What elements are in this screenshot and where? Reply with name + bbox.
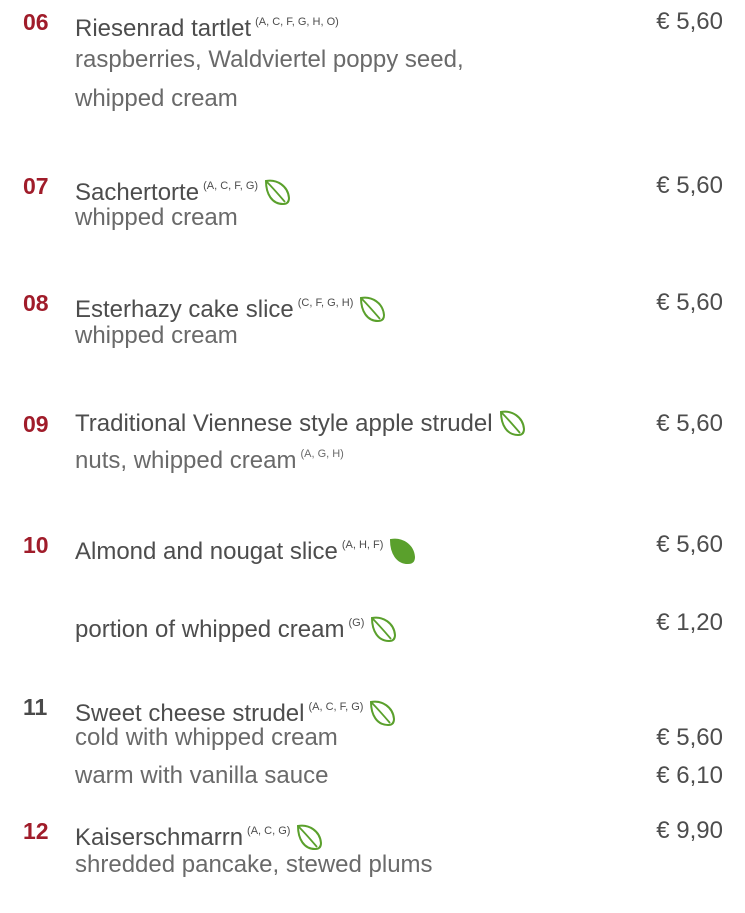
allergen-codes: (A, C, F, G) [308,701,364,713]
item-title: Esterhazy cake slice (C, F, G, H) [75,288,388,325]
item-name: Sachertorte [75,179,200,206]
variant-label: warm with vanilla sauce [75,762,329,789]
item-number: 08 [23,290,49,316]
leaf-outline-icon [368,699,398,727]
leaf-outline-icon [263,178,293,206]
item-name: Kaiserschmarrn [75,824,244,851]
item-description-text: nuts, whipped cream [75,447,297,474]
item-title: Traditional Viennese style apple strudel [75,409,528,439]
leaf-outline-icon [295,823,325,851]
allergen-codes: (G) [348,617,365,629]
variant-price: € 6,10 [656,762,723,789]
leaf-filled-icon [388,537,418,565]
leaf-outline-icon [369,615,399,643]
item-description: raspberries, Waldviertel poppy seed, [75,46,464,73]
item-number: 12 [23,818,49,844]
item-price: € 5,60 [656,410,723,437]
item-name: Esterhazy cake slice [75,296,294,323]
allergen-codes: (C, F, G, H) [297,297,354,309]
allergen-codes: (A, C, F, G, H, O) [255,16,339,28]
item-price: € 5,60 [656,289,723,316]
variant-label: cold with whipped cream [75,724,338,751]
item-name: portion of whipped cream [75,616,345,643]
item-price: € 9,90 [656,817,723,844]
item-number: 07 [23,173,49,199]
item-description: whipped cream [75,204,238,231]
item-title: Riesenrad tartlet (A, C, F, G, H, O) [75,7,339,44]
item-description: nuts, whipped cream (A, G, H) [75,439,344,476]
item-number: 10 [23,532,49,558]
item-number: 09 [23,411,49,437]
item-description: whipped cream [75,85,238,112]
item-description: shredded pancake, stewed plums [75,851,433,878]
variant-price: € 5,60 [656,724,723,751]
item-name: Traditional Viennese style apple strudel [75,410,493,437]
allergen-codes: (A, H, F) [341,539,384,551]
allergen-codes: (A, C, G) [247,825,291,837]
item-number: 06 [23,9,49,35]
item-title: Almond and nougat slice (A, H, F) [75,530,418,567]
item-description: whipped cream [75,322,238,349]
item-price: € 5,60 [656,172,723,199]
item-title: portion of whipped cream (G) [75,608,399,645]
leaf-outline-icon [358,295,388,323]
leaf-outline-icon [498,409,528,437]
item-number: 11 [23,694,48,720]
item-price: € 5,60 [656,531,723,558]
allergen-codes: (A, G, H) [300,448,344,460]
menu-page: { "items": [ { "number": "06", "name": "… [0,0,745,913]
allergen-codes: (A, C, F, G) [203,180,259,192]
item-name: Almond and nougat slice [75,538,338,565]
item-title: Kaiserschmarrn (A, C, G) [75,816,325,853]
item-price: € 5,60 [656,8,723,35]
item-name: Riesenrad tartlet [75,15,252,42]
item-price: € 1,20 [656,609,723,636]
